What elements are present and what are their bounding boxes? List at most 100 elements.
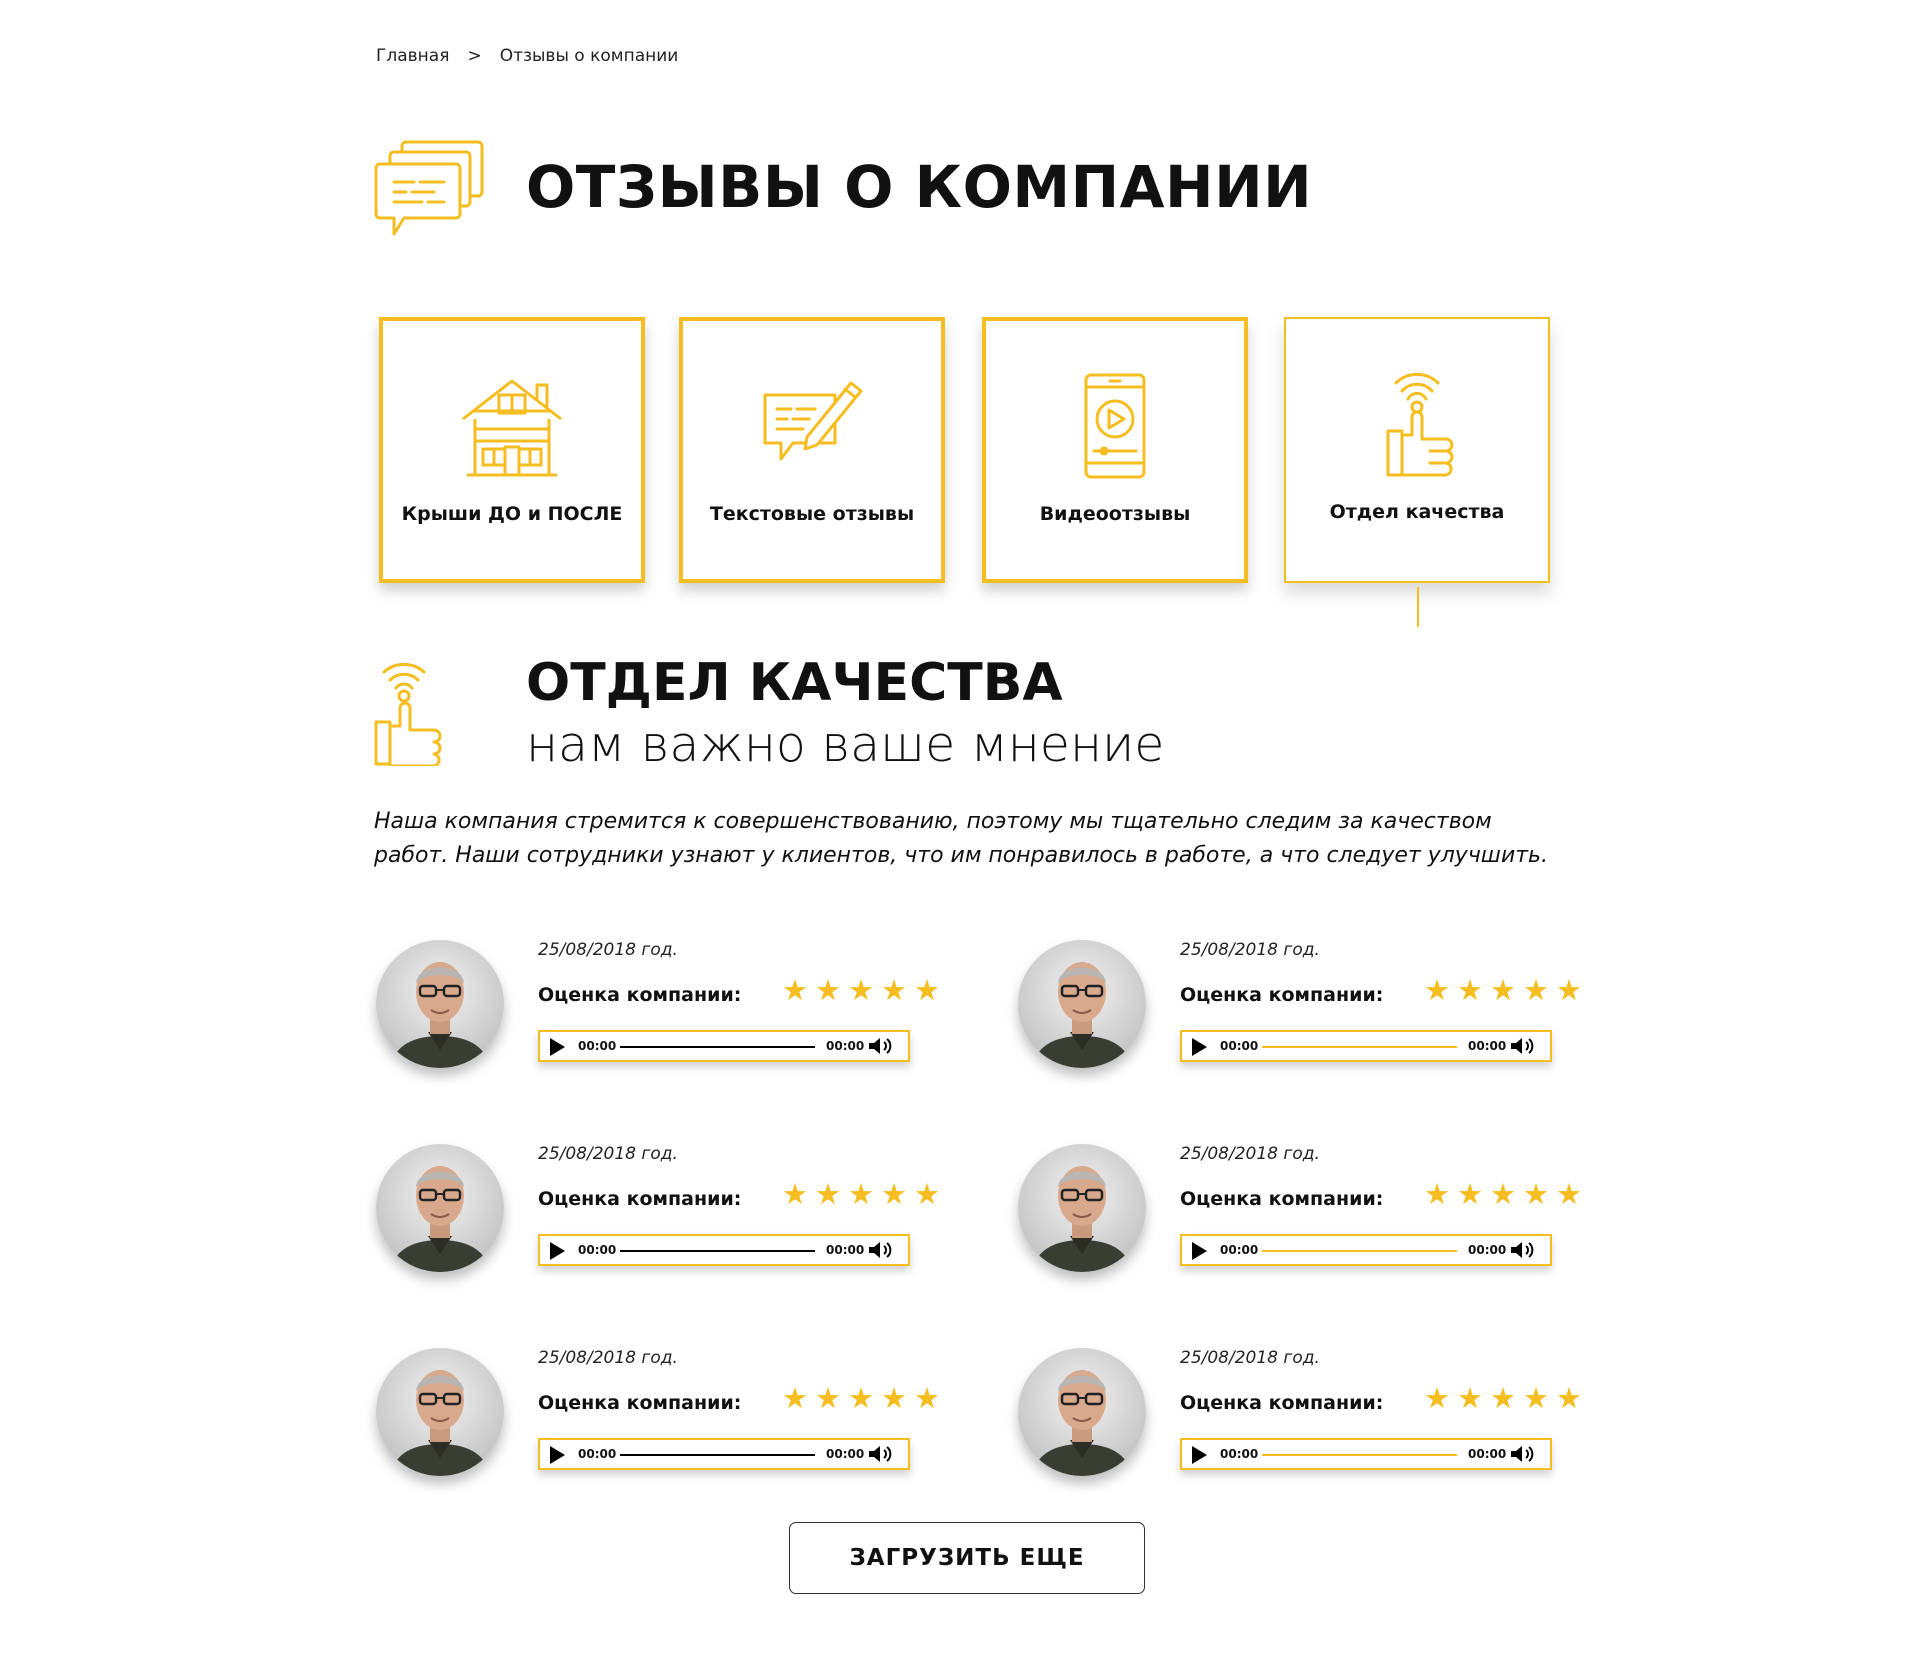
star-icon: ★ [815,973,841,1007]
duration: 00:00 [1468,1039,1507,1053]
rating-stars: ★ ★ ★ ★ ★ [1424,1384,1582,1413]
star-icon: ★ [1424,973,1450,1007]
reviewer-photo [1032,1166,1132,1272]
star-icon: ★ [1556,973,1582,1007]
star-icon: ★ [914,1381,940,1415]
play-icon[interactable] [550,1038,565,1056]
star-icon: ★ [1490,1381,1516,1415]
review-date: 25/08/2018 год. [1180,1144,1320,1164]
house-icon [462,379,562,477]
breadcrumb-home-link[interactable]: Главная [376,46,449,66]
volume-icon[interactable] [1509,1240,1537,1260]
review-item: 25/08/2018 год. Оценка компании: ★ ★ ★ ★ ★ 0… [1018,1348,1608,1488]
category-card-video-reviews[interactable]: Видеоотзывы [982,317,1248,583]
avatar [1018,940,1146,1068]
volume-icon[interactable] [1509,1036,1537,1056]
rating-label: Оценка компании: [538,1188,742,1210]
avatar [1018,1348,1146,1476]
review-date: 25/08/2018 год. [538,1144,678,1164]
rating-stars: ★ ★ ★ ★ ★ [782,976,940,1005]
volume-icon[interactable] [867,1036,895,1056]
reviewer-photo [390,1166,490,1272]
current-time: 00:00 [1220,1243,1259,1257]
avatar [1018,1144,1146,1272]
review-item: 25/08/2018 год. Оценка компании: ★ ★ ★ ★ ★ 0… [376,1144,966,1284]
thumbs-up-signal-icon [1386,372,1454,477]
reviewer-photo [390,962,490,1068]
audio-player: 00:00 00:00 [538,1438,910,1470]
category-card-text-reviews[interactable]: Текстовые отзывы [679,317,945,583]
section-description: Наша компания стремится к совершенствова… [374,809,1549,868]
rating-stars: ★ ★ ★ ★ ★ [1424,976,1582,1005]
load-more-button[interactable]: ЗАГРУЗИТЬ ЕЩЕ [789,1522,1145,1594]
thumbs-up-signal-icon [374,662,442,766]
star-icon: ★ [881,973,907,1007]
review-date: 25/08/2018 год. [1180,940,1320,960]
audio-player: 00:00 00:00 [538,1234,910,1266]
volume-icon[interactable] [1509,1444,1537,1464]
star-icon: ★ [1490,973,1516,1007]
play-icon[interactable] [1192,1242,1207,1260]
breadcrumb-separator: > [467,46,482,66]
star-icon: ★ [914,1177,940,1211]
star-icon: ★ [848,1177,874,1211]
star-icon: ★ [1523,1381,1549,1415]
star-icon: ★ [881,1177,907,1211]
progress-track[interactable] [1262,1250,1457,1252]
current-time: 00:00 [578,1039,617,1053]
star-icon: ★ [1457,1177,1483,1211]
reviewer-photo [390,1370,490,1476]
audio-player: 00:00 00:00 [1180,1030,1552,1062]
category-label: Видеоотзывы [1039,503,1191,525]
star-icon: ★ [1490,1177,1516,1211]
star-icon: ★ [848,1381,874,1415]
rating-label: Оценка компании: [538,1392,742,1414]
chat-bubbles-icon [374,140,484,236]
star-icon: ★ [1556,1381,1582,1415]
star-icon: ★ [1457,1381,1483,1415]
category-label: Отдел качества [1329,501,1505,523]
phone-video-icon [1084,373,1146,479]
duration: 00:00 [826,1447,865,1461]
reviewer-photo [1032,962,1132,1068]
play-icon[interactable] [550,1446,565,1464]
review-item: 25/08/2018 год. Оценка компании: ★ ★ ★ ★ ★ 0… [1018,940,1608,1080]
progress-track[interactable] [620,1250,815,1252]
audio-player: 00:00 00:00 [1180,1438,1552,1470]
volume-icon[interactable] [867,1444,895,1464]
star-icon: ★ [1457,973,1483,1007]
rating-label: Оценка компании: [1180,1392,1384,1414]
duration: 00:00 [1468,1447,1507,1461]
progress-track[interactable] [1262,1454,1457,1456]
breadcrumb-current: Отзывы о компании [499,46,679,66]
play-icon[interactable] [1192,1038,1207,1056]
current-time: 00:00 [1220,1039,1259,1053]
avatar [376,1348,504,1476]
current-time: 00:00 [578,1447,617,1461]
breadcrumb: Главная > Отзывы о компании [376,46,678,66]
rating-label: Оценка компании: [1180,1188,1384,1210]
star-icon: ★ [914,973,940,1007]
duration: 00:00 [1468,1243,1507,1257]
star-icon: ★ [1424,1177,1450,1211]
page-title: ОТЗЫВЫ О КОМПАНИИ [526,153,1313,221]
progress-track[interactable] [620,1046,815,1048]
play-icon[interactable] [1192,1446,1207,1464]
progress-track[interactable] [1262,1046,1457,1048]
rating-label: Оценка компании: [538,984,742,1006]
section-subtitle: нам важно ваше мнение [526,716,1165,773]
review-item: 25/08/2018 год. Оценка компании: ★ ★ ★ ★ ★ 0… [376,940,966,1080]
volume-icon[interactable] [867,1240,895,1260]
review-item: 25/08/2018 год. Оценка компании: ★ ★ ★ ★ ★ 0… [1018,1144,1608,1284]
category-card-roofs[interactable]: Крыши ДО и ПОСЛЕ [379,317,645,583]
active-tab-connector [1417,587,1419,627]
star-icon: ★ [1523,1177,1549,1211]
play-icon[interactable] [550,1242,565,1260]
avatar [376,1144,504,1272]
star-icon: ★ [848,973,874,1007]
progress-track[interactable] [620,1454,815,1456]
section-title: ОТДЕЛ КАЧЕСТВА [526,653,1063,713]
audio-player: 00:00 00:00 [538,1030,910,1062]
category-card-quality-dept[interactable]: Отдел качества [1284,317,1550,583]
audio-player: 00:00 00:00 [1180,1234,1552,1266]
